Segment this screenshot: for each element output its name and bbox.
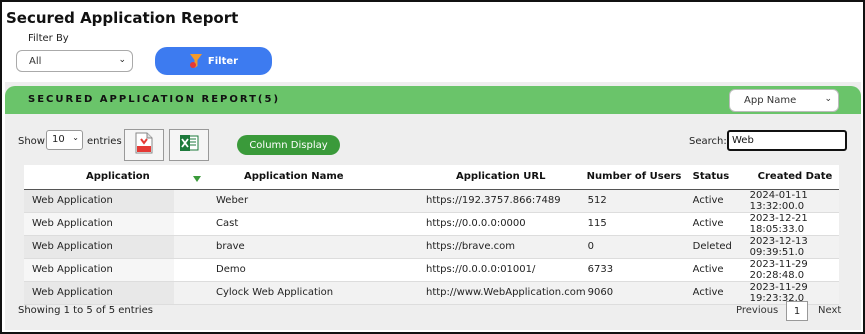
page-1-button[interactable]: 1 [786, 301, 808, 321]
page-size-value: 10 [52, 134, 65, 145]
cell-application-url: https://192.3757.866:7489 [424, 189, 586, 213]
previous-page-button[interactable]: Previous [736, 305, 778, 316]
cell-created-date: 2023-12-13 09:39:51.0 [745, 235, 839, 259]
page-title: Secured Application Report [6, 9, 239, 27]
filter-button-label: Filter [207, 55, 239, 67]
report-table: Application Application Name Application… [24, 165, 839, 305]
cell-application: Web Application [24, 212, 174, 236]
cell-created-date: 2023-11-29 20:28:48.0 [745, 258, 839, 282]
table-info: Showing 1 to 5 of 5 entries [18, 305, 153, 316]
cell-created-date: 2023-12-21 18:05:33.0 [745, 212, 839, 236]
filter-by-label: Filter By [28, 33, 69, 44]
cell-application-name: Demo [174, 258, 424, 282]
cell-number-of-users: 9060 [585, 281, 691, 305]
cell-application-url: http://www.WebApplication.com [424, 281, 586, 305]
export-excel-button[interactable] [169, 129, 209, 161]
column-header-created-date[interactable]: Created Date [745, 165, 839, 190]
cell-status: Active [690, 189, 746, 213]
column-display-button[interactable]: Column Display [237, 135, 340, 155]
table-row: Web Application Cylock Web Application h… [24, 281, 839, 305]
cell-application-url: https://0.0.0.0:0000 [424, 212, 586, 236]
column-header-application[interactable]: Application [24, 165, 174, 190]
chevron-down-icon: ⌄ [118, 55, 126, 65]
table-header-row: Application Application Name Application… [24, 165, 839, 190]
page-size-select[interactable]: 10 ⌄ [46, 130, 83, 150]
cell-application-name: brave [174, 235, 424, 259]
column-header-application-name[interactable]: Application Name [174, 165, 424, 190]
cell-application-name: Cylock Web Application [174, 281, 424, 305]
sort-descending-icon[interactable] [193, 176, 201, 182]
cell-application: Web Application [24, 189, 174, 213]
cell-created-date: 2024-01-11 13:32:00.0 [745, 189, 839, 213]
search-label: Search: [689, 136, 727, 147]
filter-select[interactable]: All ⌄ [16, 50, 133, 72]
show-label: Show [18, 136, 45, 147]
excel-icon [179, 133, 199, 157]
cell-status: Active [690, 258, 746, 282]
filter-funnel-icon [189, 53, 203, 69]
cell-application: Web Application [24, 281, 174, 305]
cell-number-of-users: 6733 [585, 258, 691, 282]
cell-application-name: Cast [174, 212, 424, 236]
app-name-select-value: App Name [744, 95, 797, 106]
table-row: Web Application Demo https://0.0.0.0:010… [24, 258, 839, 282]
filter-button[interactable]: Filter [155, 47, 272, 75]
chevron-down-icon: ⌄ [72, 133, 79, 142]
cell-number-of-users: 0 [585, 235, 691, 259]
column-header-application-url[interactable]: Application URL [424, 165, 586, 190]
chevron-down-icon: ⌄ [824, 94, 832, 104]
cell-number-of-users: 115 [585, 212, 691, 236]
cell-application: Web Application [24, 235, 174, 259]
table-row: Web Application Cast https://0.0.0.0:000… [24, 212, 839, 236]
pdf-icon [135, 132, 153, 158]
table-row: Web Application brave https://brave.com … [24, 235, 839, 259]
report-title: SECURED APPLICATION REPORT(5) [28, 94, 281, 105]
cell-application-url: https://brave.com [424, 235, 586, 259]
cell-application-url: https://0.0.0.0:01001/ [424, 258, 586, 282]
filter-select-value: All [29, 56, 42, 67]
app-name-select[interactable]: App Name ⌄ [729, 89, 839, 112]
export-pdf-button[interactable] [124, 129, 164, 161]
entries-label: entries [87, 136, 122, 147]
cell-application-name: Weber [174, 189, 424, 213]
column-header-number-of-users[interactable]: Number of Users [585, 165, 691, 190]
cell-number-of-users: 512 [585, 189, 691, 213]
next-page-button[interactable]: Next [818, 305, 841, 316]
table-row: Web Application Weber https://192.3757.8… [24, 189, 839, 213]
column-header-status[interactable]: Status [690, 165, 746, 190]
cell-status: Active [690, 281, 746, 305]
cell-status: Deleted [690, 235, 746, 259]
cell-application: Web Application [24, 258, 174, 282]
cell-status: Active [690, 212, 746, 236]
search-input[interactable]: Web [727, 130, 847, 151]
